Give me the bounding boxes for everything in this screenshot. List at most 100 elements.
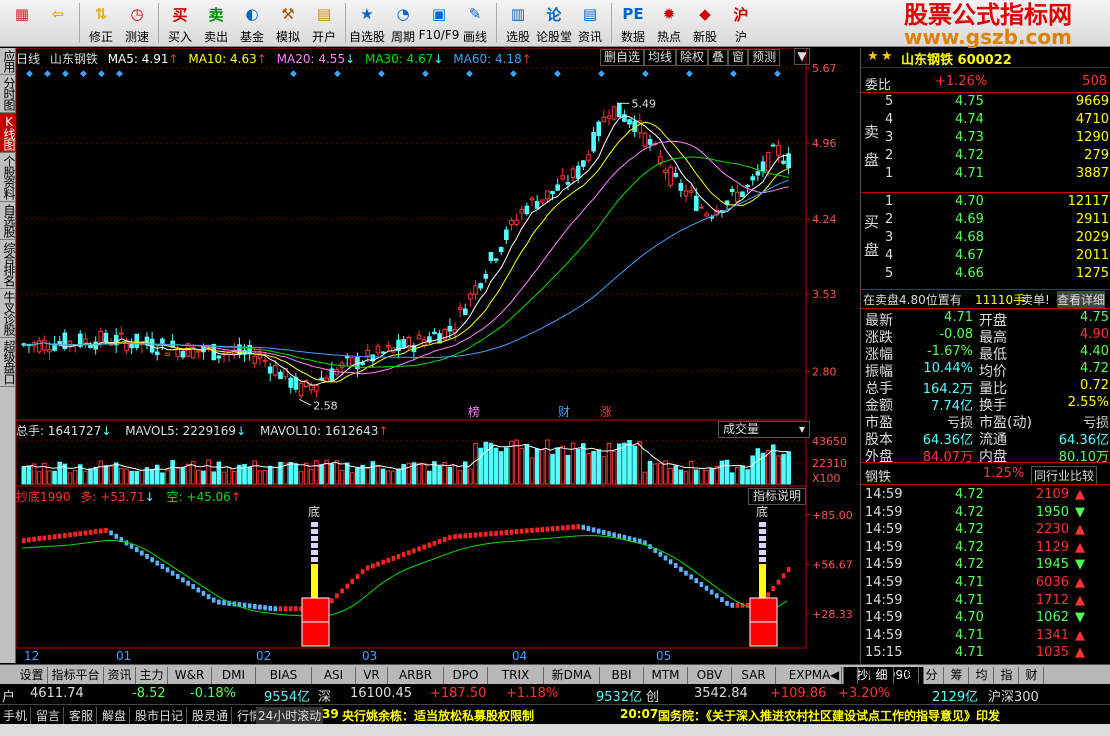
news-headline-1[interactable]: 央行姚余栋：适当放松私募股权限制 bbox=[342, 707, 534, 724]
buy-order-row[interactable]: 4 4.67 2011 bbox=[861, 248, 1110, 265]
news-button-0[interactable]: 手机 bbox=[0, 707, 32, 724]
indicator-tab-6[interactable]: BIAS bbox=[256, 667, 312, 684]
toolbar-button-account[interactable]: ▤ 开户 bbox=[306, 0, 342, 46]
indicator-bar bbox=[591, 527, 596, 533]
sell-order-row[interactable]: 1 4.71 3887 bbox=[861, 166, 1110, 183]
indicator-help-button[interactable]: 指标说明 bbox=[748, 488, 807, 505]
indicator-tab-14[interactable]: MTM bbox=[644, 667, 688, 684]
indicator-tab-4[interactable]: W&R bbox=[168, 667, 212, 684]
toolbar-button-sell[interactable]: 卖卖出 bbox=[198, 0, 234, 46]
chart-button-2[interactable]: 除权 bbox=[676, 49, 709, 66]
left-tab-3[interactable]: 个股资料 bbox=[0, 153, 16, 202]
left-tab-0[interactable]: 应用 bbox=[0, 48, 16, 75]
indicator-tab-10[interactable]: DPO bbox=[444, 667, 488, 684]
right-tab-3[interactable]: 筹 bbox=[945, 667, 969, 684]
star-icon[interactable]: ★ bbox=[881, 49, 893, 64]
indicator-tab-2[interactable]: 资讯 bbox=[104, 667, 136, 684]
indicator-tab-9[interactable]: ARBR bbox=[388, 667, 444, 684]
toolbar-button-clock[interactable]: ◷ 测速 bbox=[119, 0, 155, 46]
tick-volume: 2230 bbox=[1035, 522, 1069, 538]
toolbar-button-fund[interactable]: ◐ 基金 bbox=[234, 0, 270, 46]
toolbar-button-screen[interactable]: ▥ 选股 bbox=[500, 0, 536, 46]
right-tab-1[interactable]: 诊 bbox=[895, 667, 919, 684]
sell-order-row[interactable]: 3 4.73 1290 bbox=[861, 130, 1110, 147]
candle-up bbox=[683, 190, 689, 197]
left-tab-5[interactable]: 综合排名 bbox=[0, 240, 16, 289]
left-vertical-tabs: 应用 分时图 K线图 个股资料 自选股 综合排名 牛叉诊股 超级盘口 bbox=[0, 48, 16, 663]
toolbar-button-news[interactable]: ▤ 资讯 bbox=[572, 0, 608, 46]
toolbar-button-hammer[interactable]: ⚒ 模拟 bbox=[270, 0, 306, 46]
indicator-tab-8[interactable]: VR bbox=[356, 667, 388, 684]
chart-button-4[interactable]: 窗 bbox=[728, 49, 749, 66]
left-tab-1[interactable]: 分时图 bbox=[0, 75, 16, 113]
news-button-2[interactable]: 客服 bbox=[66, 707, 98, 724]
industry-compare-button[interactable]: 同行业比较 bbox=[1031, 466, 1098, 485]
news-button-4[interactable]: 股市日记 bbox=[132, 707, 188, 724]
right-tab-5[interactable]: 指 bbox=[995, 667, 1019, 684]
indicator-tab-16[interactable]: SAR bbox=[732, 667, 776, 684]
chart-button-1[interactable]: 均线 bbox=[644, 49, 677, 66]
scroll-left-icon[interactable]: ◀ bbox=[828, 667, 842, 684]
right-tab-2[interactable]: 分 bbox=[920, 667, 944, 684]
up-arrow-icon: ▲ bbox=[1075, 627, 1085, 643]
sell-order-row[interactable]: 2 4.72 279 bbox=[861, 148, 1110, 165]
buy-order-row[interactable]: 5 4.66 1275 bbox=[861, 266, 1110, 283]
notice-detail-link[interactable]: 查看详细 bbox=[1057, 291, 1106, 308]
indicator-tab-15[interactable]: OBV bbox=[688, 667, 732, 684]
toolbar-button-pencil[interactable]: ✎ 画线 bbox=[457, 0, 493, 46]
news-headline-2[interactable]: 国务院：《关于深入推进农村社区建设试点工作的指导意见》印发 bbox=[658, 707, 1000, 724]
indicator-tab-11[interactable]: TRIX bbox=[488, 667, 544, 684]
toolbar-button-cycle[interactable]: ◔ 周期 bbox=[385, 0, 421, 46]
sell-order-row[interactable]: 5 4.75 9669 bbox=[861, 94, 1110, 111]
left-tab-6[interactable]: 牛叉诊股 bbox=[0, 289, 16, 338]
indicator-tab-0[interactable]: 设置 bbox=[16, 667, 48, 684]
volume-bar bbox=[47, 470, 52, 485]
news-button-5[interactable]: 股灵通 bbox=[189, 707, 233, 724]
news-button-3[interactable]: 解盘 bbox=[99, 707, 131, 724]
toolbar-button-sh[interactable]: 沪沪 bbox=[723, 0, 759, 46]
candle-down bbox=[288, 377, 294, 388]
right-tab-6[interactable]: 财 bbox=[1020, 667, 1044, 684]
news-button-1[interactable]: 留言 bbox=[33, 707, 65, 724]
kline-chart-area[interactable]: 5.67 4.96 4.24 3.53 2.80 ◆ ◆ ◆ ◆ ◆ ◆ ◆ ◆ ◆ ◆ ◆ ◆ ◆ ◆ ◆ ◆ ◆ ◆ 5.… bbox=[16, 48, 860, 663]
toolbar-button-new-stock[interactable]: ◆ 新股 bbox=[687, 0, 723, 46]
toolbar-button-back-arrow[interactable]: ⇦ bbox=[40, 0, 76, 46]
candle-down bbox=[565, 182, 571, 185]
volume-bar bbox=[616, 443, 622, 485]
left-tab-4[interactable]: 自选股 bbox=[0, 202, 16, 240]
volume-select[interactable]: 成交量 ▾ bbox=[718, 421, 810, 438]
chart-canvas[interactable]: 5.67 4.96 4.24 3.53 2.80 ◆ ◆ ◆ ◆ ◆ ◆ ◆ ◆ ◆ ◆ ◆ ◆ ◆ ◆ ◆ ◆ ◆ ◆ 5.… bbox=[16, 48, 860, 663]
chart-button-5[interactable]: 预测 bbox=[748, 49, 781, 66]
scroll-right-icon[interactable]: ▶ bbox=[844, 667, 858, 684]
star-icon[interactable]: ★ bbox=[867, 49, 879, 64]
indicator-tab-13[interactable]: BBI bbox=[600, 667, 644, 684]
indicator-tab-3[interactable]: 主力 bbox=[136, 667, 168, 684]
right-tab-0[interactable]: 细 bbox=[870, 667, 894, 684]
buy-order-row[interactable]: 1 4.70 12117 bbox=[861, 194, 1110, 211]
buy-order-row[interactable]: 2 4.69 2911 bbox=[861, 212, 1110, 229]
chart-button-0[interactable]: 删自选 bbox=[600, 49, 645, 66]
dropdown-icon[interactable]: ▼ bbox=[794, 48, 810, 65]
indicator-tab-5[interactable]: DMI bbox=[212, 667, 256, 684]
toolbar-button-forum[interactable]: 论论股堂 bbox=[536, 0, 572, 46]
indicator-tab-1[interactable]: 指标平台 bbox=[48, 667, 104, 684]
toolbar-button-buy[interactable]: 买买入 bbox=[162, 0, 198, 46]
sell-order-row[interactable]: 4 4.74 4710 bbox=[861, 112, 1110, 129]
toolbar-button-hot[interactable]: ✹ 热点 bbox=[651, 0, 687, 46]
scroll-button[interactable]: 24小时滚动 bbox=[256, 707, 324, 724]
buy-order-row[interactable]: 3 4.68 2029 bbox=[861, 230, 1110, 247]
industry-name: 钢铁 bbox=[865, 470, 892, 485]
toolbar-button-star[interactable]: ★ 自选股 bbox=[349, 0, 385, 46]
toolbar-button-f10[interactable]: ▣ F10/F9 bbox=[419, 0, 460, 46]
notice-row[interactable]: 在卖盘4.80位置有 11110手 卖单! 查看详细 bbox=[861, 291, 1110, 308]
indicator-tab-7[interactable]: ASI bbox=[312, 667, 356, 684]
left-tab-2[interactable]: K线图 bbox=[0, 113, 16, 153]
toolbar-button-home[interactable]: ▦ bbox=[4, 0, 40, 46]
toolbar-button-up-down-arrow[interactable]: ⇅ 修正 bbox=[83, 0, 119, 46]
right-tab-4[interactable]: 均 bbox=[970, 667, 994, 684]
chart-button-3[interactable]: 叠 bbox=[708, 49, 729, 66]
toolbar-button-data[interactable]: PE 数据 bbox=[615, 0, 651, 46]
left-tab-7[interactable]: 超级盘口 bbox=[0, 338, 16, 387]
volume-bar bbox=[52, 470, 57, 485]
indicator-tab-12[interactable]: 新DMA bbox=[544, 667, 600, 684]
